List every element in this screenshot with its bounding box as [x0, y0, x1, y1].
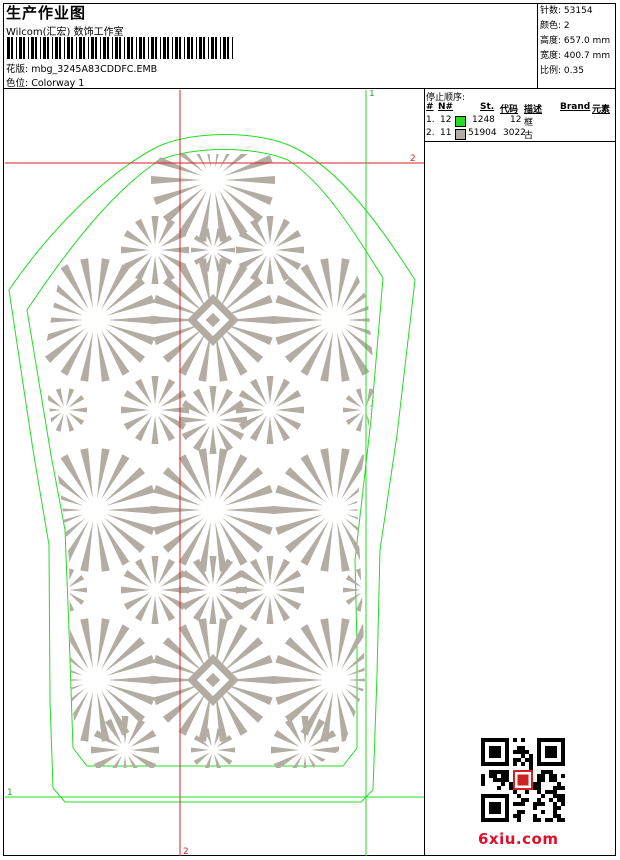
- stats-divider: [537, 3, 538, 88]
- design-label: 花版:: [6, 64, 29, 75]
- stat-height: 高度: 657.0 mm: [540, 36, 611, 46]
- stat-scale: 比例: 0.35: [540, 66, 584, 76]
- qr-code: [481, 738, 565, 822]
- col-stitches: St.: [480, 102, 495, 112]
- panel-table-bottom: [424, 141, 616, 142]
- h2-label: 2: [410, 154, 416, 164]
- header-divider: [3, 88, 616, 89]
- col-index: #: [426, 102, 434, 112]
- table-row: 1. 12 1248 12 框: [426, 115, 534, 128]
- col-code: 代码: [500, 105, 519, 115]
- colorway-row: 色位: Colorway 1: [6, 75, 84, 89]
- panel-divider: [424, 88, 425, 856]
- col-element: 元素: [592, 105, 611, 115]
- table-row: 2. 11 51904 3022 古: [426, 128, 534, 141]
- embroidery-pattern: [43, 154, 375, 768]
- v2-label: 2: [183, 847, 189, 856]
- col-description: 描述: [524, 105, 543, 115]
- embroidery-preview: 1 2 1 2: [5, 90, 424, 856]
- design-name: mbg_3245A83CDDFC.EMB: [31, 64, 158, 75]
- v1-label: 1: [369, 90, 375, 99]
- design-canvas: 1 2 1 2: [5, 90, 424, 856]
- stat-colors: 颜色: 2: [540, 21, 570, 31]
- stats-block: 针数: 53154 颜色: 2 高度: 657.0 mm 宽度: 400.7 m…: [540, 4, 610, 79]
- design-name-row: 花版: mbg_3245A83CDDFC.EMB: [6, 61, 157, 75]
- col-needle: N#: [438, 102, 454, 112]
- color-swatch: [455, 116, 466, 127]
- barcode: [7, 37, 233, 59]
- stat-width: 宽度: 400.7 mm: [540, 51, 611, 61]
- h1-label: 1: [7, 788, 13, 798]
- col-brand: Brand: [560, 102, 591, 112]
- company-name: Wilcom(汇宏) 数饰工作室: [6, 27, 124, 38]
- page-title: 生产作业图: [6, 4, 87, 22]
- color-swatch: [455, 129, 466, 140]
- stat-stitches: 针数: 53154: [540, 6, 593, 16]
- watermark: 6xiu.com: [478, 830, 559, 848]
